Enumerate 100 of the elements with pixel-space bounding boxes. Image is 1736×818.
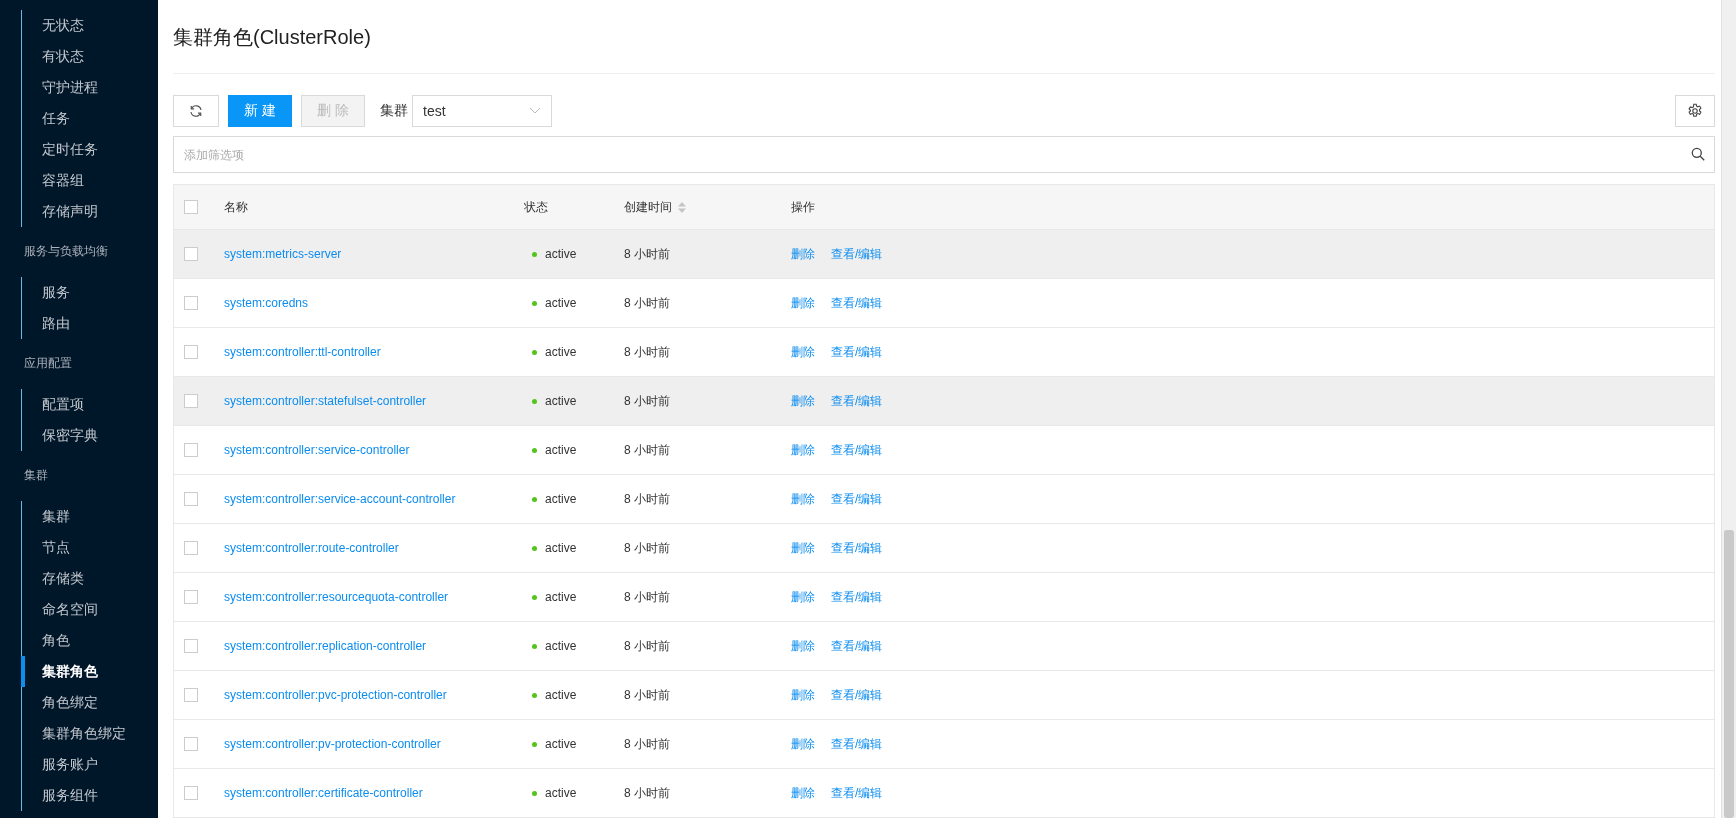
status-dot [532,349,537,355]
action-link[interactable]: 删除 [791,539,815,557]
checkbox[interactable] [184,492,198,506]
action-link[interactable]: 查看/编辑 [831,588,883,606]
action-link[interactable]: 查看/编辑 [831,343,883,361]
checkbox[interactable] [184,296,198,310]
status-text: active [545,492,577,506]
action-link[interactable]: 查看/编辑 [831,539,883,557]
status-text: active [545,394,577,408]
cluster-select[interactable]: test [412,95,552,127]
role-name-link[interactable]: system:controller:replication-controller [224,639,427,653]
checkbox[interactable] [184,639,198,653]
action-link[interactable]: 删除 [791,784,815,802]
action-link[interactable]: 查看/编辑 [831,441,883,459]
status-text: active [545,590,577,604]
nav-item[interactable]: 集群角色 [42,662,98,681]
nav-item[interactable]: 服务账户 [42,755,98,774]
nav-item[interactable]: 节点 [42,538,70,557]
role-name-link[interactable]: system:controller:ttl-controller [224,345,381,359]
status-text: active [545,639,577,653]
checkbox[interactable] [184,443,198,457]
sort-icon [678,201,686,213]
checkbox[interactable] [184,247,198,261]
nav-item[interactable]: 有状态 [42,47,84,66]
status-dot [532,594,537,600]
action-link[interactable]: 查看/编辑 [831,294,883,312]
settings-button[interactable] [1675,95,1715,127]
nav-item[interactable]: 守护进程 [42,78,98,97]
status-text: active [545,247,577,261]
nav-item[interactable]: 配置项 [42,395,84,414]
checkbox[interactable] [184,200,198,214]
action-link[interactable]: 删除 [791,343,815,361]
status-dot [532,398,537,404]
nav-item[interactable]: 命名空间 [42,600,98,619]
checkbox[interactable] [184,786,198,800]
nav-item[interactable]: 保密字典 [42,426,98,445]
nav-item[interactable]: 角色 [42,631,70,650]
action-link[interactable]: 删除 [791,294,815,312]
nav-item[interactable]: 服务组件 [42,786,98,805]
scrollbar-thumb[interactable] [1724,530,1734,818]
created-time: 8 小时前 [624,785,670,800]
nav-item[interactable]: 集群角色绑定 [42,724,126,743]
status-text: active [545,737,577,751]
nav-item[interactable]: 服务 [42,283,70,302]
created-time: 8 小时前 [624,295,670,310]
action-link[interactable]: 删除 [791,441,815,459]
nav-section-label: 服务与负载均衡 [24,242,108,260]
nav-item[interactable]: 无状态 [42,16,84,35]
nav-item[interactable]: 路由 [42,314,70,333]
checkbox[interactable] [184,541,198,555]
refresh-icon [189,104,203,118]
role-name-link[interactable]: system:controller:route-controller [224,541,399,555]
nav-item[interactable]: 存储声明 [42,202,98,221]
checkbox[interactable] [184,590,198,604]
action-link[interactable]: 查看/编辑 [831,735,883,753]
scrollbar[interactable] [1721,0,1736,818]
action-link[interactable]: 删除 [791,392,815,410]
checkbox[interactable] [184,737,198,751]
filter-field[interactable]: 添加筛选项 [173,136,1715,173]
page-title: 集群角色(ClusterRole) [173,25,371,50]
status-dot [532,741,537,747]
action-link[interactable]: 删除 [791,245,815,263]
created-time: 8 小时前 [624,589,670,604]
action-link[interactable]: 查看/编辑 [831,245,883,263]
role-name-link[interactable]: system:controller:service-controller [224,443,410,457]
nav-item[interactable]: 定时任务 [42,140,98,159]
nav-item[interactable]: 集群 [42,507,70,526]
checkbox[interactable] [184,394,198,408]
status-dot [532,692,537,698]
role-name-link[interactable]: system:controller:statefulset-controller [224,394,427,408]
role-name-link[interactable]: system:controller:service-account-controller [224,492,456,506]
checkbox[interactable] [184,345,198,359]
action-link[interactable]: 查看/编辑 [831,784,883,802]
nav-section-label: 应用配置 [24,354,72,372]
action-link[interactable]: 查看/编辑 [831,490,883,508]
nav-item[interactable]: 角色绑定 [42,693,98,712]
action-link[interactable]: 删除 [791,686,815,704]
new-button[interactable]: 新 建 [228,95,292,127]
action-link[interactable]: 删除 [791,588,815,606]
column-header[interactable]: 创建时间 [624,198,686,216]
role-name-link[interactable]: system:metrics-server [224,247,342,261]
role-name-link[interactable]: system:controller:pvc-protection-controller [224,688,447,702]
role-name-link[interactable]: system:coredns [224,296,309,310]
nav-item[interactable]: 存储类 [42,569,84,588]
checkbox[interactable] [184,688,198,702]
nav-item[interactable]: 容器组 [42,171,84,190]
column-header: 操作 [791,198,815,216]
refresh-button[interactable] [173,95,219,127]
settings-icon [1687,103,1703,119]
action-link[interactable]: 删除 [791,735,815,753]
action-link[interactable]: 查看/编辑 [831,686,883,704]
action-link[interactable]: 查看/编辑 [831,392,883,410]
action-link[interactable]: 删除 [791,490,815,508]
nav-item[interactable]: 任务 [42,109,70,128]
role-name-link[interactable]: system:controller:resourcequota-controller [224,590,449,604]
action-link[interactable]: 查看/编辑 [831,637,883,655]
role-name-link[interactable]: system:controller:pv-protection-controller [224,737,441,751]
action-link[interactable]: 删除 [791,637,815,655]
status-dot [532,790,537,796]
role-name-link[interactable]: system:controller:certificate-controller [224,786,423,800]
